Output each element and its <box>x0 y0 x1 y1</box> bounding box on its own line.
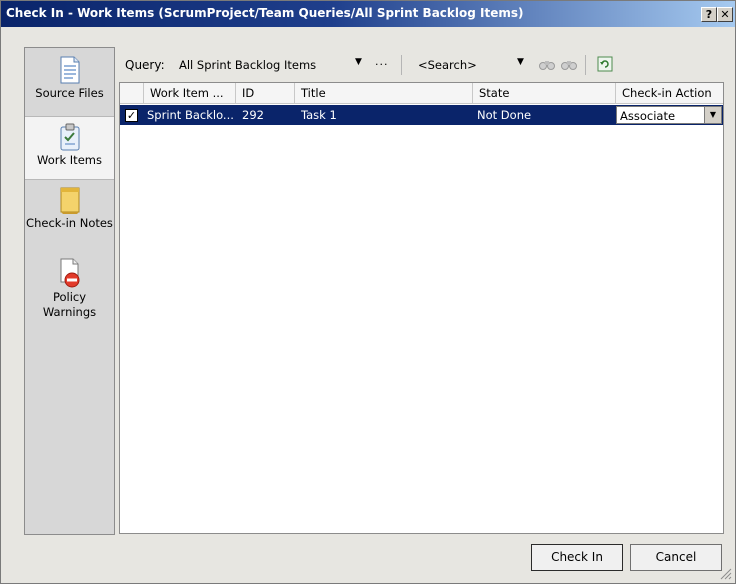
query-select[interactable]: All Sprint Backlog Items <box>179 58 316 72</box>
source-files-icon <box>60 56 79 84</box>
row-checkbox[interactable]: ✓ <box>125 109 138 122</box>
search-input[interactable]: <Search> <box>418 58 477 72</box>
work-items-list: Work Item ... ID Title State Check-in Ac… <box>119 82 724 534</box>
sidebar-item-source-files[interactable]: Source Files <box>25 56 114 114</box>
checkin-action-select[interactable]: Associate ▼ <box>616 106 722 124</box>
toolbar-separator <box>401 55 402 75</box>
find-icon[interactable] <box>539 56 555 72</box>
query-label: Query: <box>125 58 165 72</box>
cell-state: Not Done <box>477 108 532 122</box>
column-header-checkin-action[interactable]: Check-in Action <box>616 83 723 103</box>
check-in-button[interactable]: Check In <box>531 544 623 571</box>
more-queries-button[interactable]: ... <box>375 55 389 68</box>
checkbox-column-header[interactable] <box>120 83 144 103</box>
refresh-icon[interactable] <box>597 56 613 72</box>
resize-grip-icon[interactable] <box>720 568 732 580</box>
sidebar-item-checkin-notes[interactable]: Check-in Notes <box>25 186 114 252</box>
search-dropdown-arrow-icon[interactable]: ▼ <box>517 57 524 67</box>
checkin-dialog: Check In - Work Items (ScrumProject/Team… <box>0 0 736 584</box>
sidebar-item-label: Work Items <box>37 153 102 167</box>
column-header-id[interactable]: ID <box>236 83 295 103</box>
help-button[interactable]: ? <box>701 7 717 22</box>
channel-sidebar: Source Files Work Items Check-in Notes P… <box>24 47 115 535</box>
column-header-state[interactable]: State <box>473 83 616 103</box>
chevron-down-icon[interactable]: ▼ <box>704 107 721 123</box>
cell-work-item: Sprint Backlo... <box>147 108 234 122</box>
cell-title: Task 1 <box>301 108 337 122</box>
sidebar-item-label: Policy Warnings <box>42 290 97 319</box>
work-items-icon <box>60 123 79 151</box>
toolbar-separator <box>585 55 586 75</box>
column-header-title[interactable]: Title <box>295 83 473 103</box>
sidebar-item-work-items[interactable]: Work Items <box>25 116 114 180</box>
title-bar[interactable]: Check In - Work Items (ScrumProject/Team… <box>1 1 735 27</box>
checkin-notes-icon <box>60 187 79 214</box>
cell-id: 292 <box>242 108 264 122</box>
close-button[interactable]: ✕ <box>717 7 733 22</box>
find-next-icon[interactable] <box>561 56 577 72</box>
sidebar-item-label: Check-in Notes <box>26 216 113 230</box>
table-row[interactable]: ✓ Sprint Backlo... 292 Task 1 Not Done A… <box>120 105 723 125</box>
list-header: Work Item ... ID Title State Check-in Ac… <box>120 83 723 104</box>
query-toolbar: Query: All Sprint Backlog Items ▼ ... <S… <box>119 50 722 80</box>
query-dropdown-arrow-icon[interactable]: ▼ <box>355 57 362 67</box>
sidebar-item-label: Source Files <box>35 86 104 100</box>
policy-warnings-icon <box>60 258 79 288</box>
window-title: Check In - Work Items (ScrumProject/Team… <box>6 6 524 20</box>
cancel-button[interactable]: Cancel <box>630 544 722 571</box>
column-header-work-item[interactable]: Work Item ... <box>144 83 236 103</box>
checkin-action-value: Associate <box>620 109 676 123</box>
sidebar-item-policy-warnings[interactable]: Policy Warnings <box>25 258 114 336</box>
